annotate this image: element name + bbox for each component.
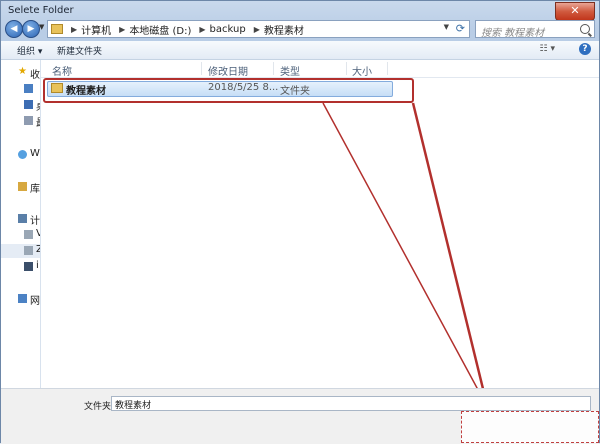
annotation-arrow-icon	[322, 102, 491, 409]
folder-dialog: Selete Folder ✕ ◀ ▶ ▼ ▶ 计算机 ▶ 本地磁盘 (D:) …	[0, 0, 600, 444]
obscured-buttons-region	[461, 411, 599, 443]
folder-field-label: 文件夹:	[84, 402, 115, 412]
folder-name-input[interactable]: 教程素材	[111, 396, 591, 411]
